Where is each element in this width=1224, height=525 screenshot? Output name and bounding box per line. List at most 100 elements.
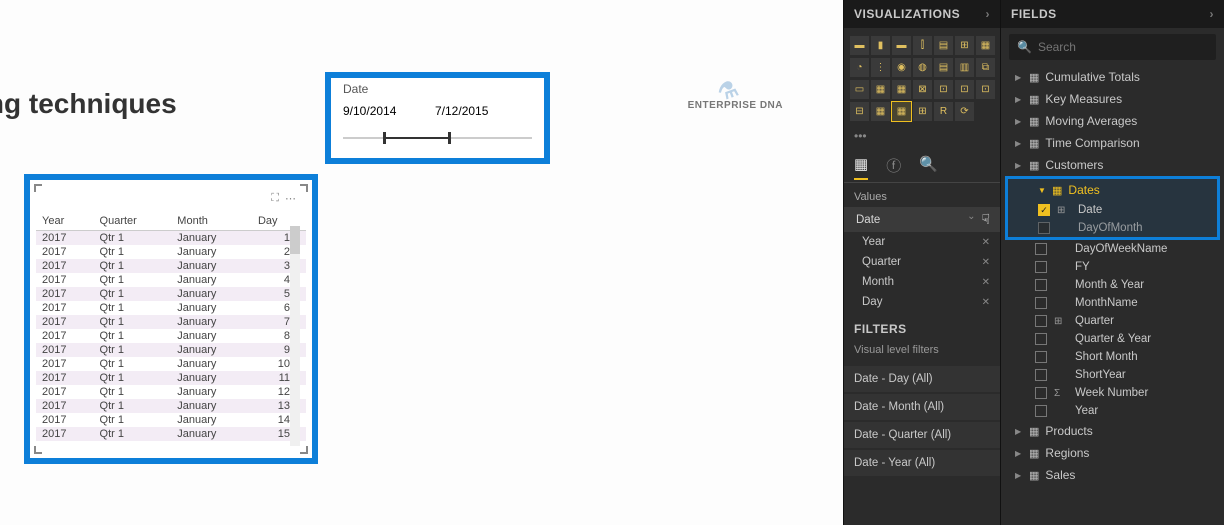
field-table-products[interactable]: ▶▦Products — [1001, 420, 1224, 442]
viz-type-icon[interactable]: ▤ — [934, 36, 953, 55]
table-row[interactable]: 2017Qtr 1January4 — [36, 273, 306, 287]
viz-type-icon[interactable]: ⊡ — [955, 80, 974, 99]
more-options-icon[interactable]: ⋯ — [285, 192, 296, 205]
field-table-regions[interactable]: ▶▦Regions — [1001, 442, 1224, 464]
focus-mode-icon[interactable]: ⛶ — [271, 192, 279, 205]
viz-type-icon[interactable]: ▤ — [934, 58, 953, 77]
column-header[interactable]: Quarter — [94, 212, 172, 231]
column-header[interactable]: Year — [36, 212, 94, 231]
field-table-customers[interactable]: ▶▦Customers — [1001, 154, 1224, 176]
field-column[interactable]: Short Month — [1001, 348, 1224, 366]
field-column[interactable]: Quarter & Year — [1001, 330, 1224, 348]
viz-type-icon[interactable]: ⟳ — [955, 102, 974, 121]
viz-type-icon[interactable]: ◍ — [913, 58, 932, 77]
viz-type-icon[interactable]: ▦ — [871, 102, 890, 121]
field-column[interactable]: ShortYear — [1001, 366, 1224, 384]
table-scrollbar[interactable] — [290, 226, 300, 446]
table-row[interactable]: 2017Qtr 1January7 — [36, 315, 306, 329]
slider-handle-start[interactable] — [383, 132, 386, 144]
field-table-moving-averages[interactable]: ▶▦Moving Averages — [1001, 110, 1224, 132]
viz-type-icon[interactable]: ⊡ — [934, 80, 953, 99]
fields-header[interactable]: FIELDS› — [1001, 0, 1224, 28]
viz-type-icon[interactable]: ⊠ — [913, 80, 932, 99]
checkbox[interactable] — [1035, 315, 1047, 327]
table-row[interactable]: 2017Qtr 1January12 — [36, 385, 306, 399]
field-column[interactable]: MonthName — [1001, 294, 1224, 312]
viz-type-icon[interactable]: ◔ — [850, 58, 869, 77]
viz-type-icon[interactable]: ⋮ — [871, 58, 890, 77]
checkbox[interactable] — [1035, 297, 1047, 309]
fields-tab-icon[interactable]: ▦ — [854, 155, 868, 180]
viz-type-icon[interactable]: ⊟ — [850, 102, 869, 121]
field-column[interactable]: ✓⊞Date — [1008, 201, 1217, 219]
viz-type-icon[interactable]: ▦ — [892, 80, 911, 99]
viz-type-icon[interactable]: ⫿ — [913, 36, 932, 55]
checkbox[interactable] — [1035, 351, 1047, 363]
fields-search[interactable]: 🔍 — [1009, 34, 1216, 60]
more-visuals-icon[interactable]: ••• — [844, 129, 1000, 151]
field-table-dates[interactable]: ▼▦Dates — [1008, 179, 1217, 201]
viz-type-icon[interactable]: ▭ — [850, 80, 869, 99]
filter-item[interactable]: Date - Month (All) — [844, 394, 1000, 420]
checkbox[interactable] — [1035, 243, 1047, 255]
viz-type-icon[interactable]: ▥ — [955, 58, 974, 77]
table-row[interactable]: 2017Qtr 1January9 — [36, 343, 306, 357]
date-slicer-visual[interactable]: Date — [325, 72, 550, 164]
checkbox[interactable]: ✓ — [1038, 204, 1050, 216]
filter-item[interactable]: Date - Day (All) — [844, 366, 1000, 392]
date-start-input[interactable] — [343, 104, 423, 118]
table-row[interactable]: 2017Qtr 1January6 — [36, 301, 306, 315]
viz-type-icon[interactable]: ▦ — [871, 80, 890, 99]
filter-item[interactable]: Date - Year (All) — [844, 450, 1000, 476]
format-tab-icon[interactable]: ⓕ — [886, 155, 901, 180]
table-row[interactable]: 2017Qtr 1January5 — [36, 287, 306, 301]
values-group-date[interactable]: Date ⌄☟ — [844, 207, 1000, 232]
table-row[interactable]: 2017Qtr 1January2 — [36, 245, 306, 259]
table-row[interactable]: 2017Qtr 1January13 — [36, 399, 306, 413]
table-row[interactable]: 2017Qtr 1January8 — [36, 329, 306, 343]
table-row[interactable]: 2017Qtr 1January1 — [36, 231, 306, 246]
table-row[interactable]: 2017Qtr 1January11 — [36, 371, 306, 385]
field-column[interactable]: DayOfMonth — [1008, 219, 1217, 237]
viz-type-icon[interactable]: ▬ — [892, 36, 911, 55]
field-table-key-measures[interactable]: ▶▦Key Measures — [1001, 88, 1224, 110]
checkbox[interactable] — [1035, 405, 1047, 417]
viz-type-icon[interactable]: ⊞ — [955, 36, 974, 55]
field-table-cumulative-totals[interactable]: ▶▦Cumulative Totals — [1001, 66, 1224, 88]
viz-type-icon[interactable]: R — [934, 102, 953, 121]
field-column[interactable]: ⊞Quarter — [1001, 312, 1224, 330]
checkbox[interactable] — [1035, 387, 1047, 399]
field-column[interactable]: Month & Year — [1001, 276, 1224, 294]
checkbox[interactable] — [1035, 261, 1047, 273]
viz-type-icon[interactable]: ⊡ — [976, 80, 995, 99]
field-column[interactable]: DayOfWeekName — [1001, 240, 1224, 258]
table-visual[interactable]: ⛶ ⋯ YearQuarterMonthDay 2017Qtr 1January… — [24, 174, 318, 464]
date-end-input[interactable] — [435, 104, 515, 118]
table-row[interactable]: 2017Qtr 1January3 — [36, 259, 306, 273]
checkbox[interactable] — [1035, 369, 1047, 381]
field-table-time-comparison[interactable]: ▶▦Time Comparison — [1001, 132, 1224, 154]
table-row[interactable]: 2017Qtr 1January10 — [36, 357, 306, 371]
values-field-item[interactable]: Month✕ — [844, 272, 1000, 292]
viz-type-icon[interactable]: ⊞ — [913, 102, 932, 121]
viz-type-icon[interactable]: ⧉ — [976, 58, 995, 77]
values-field-item[interactable]: Day✕ — [844, 292, 1000, 312]
viz-type-icon[interactable]: ▦ — [892, 102, 911, 121]
analytics-tab-icon[interactable]: 🔍 — [919, 155, 938, 180]
date-slider[interactable] — [343, 130, 532, 146]
slider-handle-end[interactable] — [448, 132, 451, 144]
report-canvas[interactable]: hing techniques Date ⚗ ENTERPRISE DNA ⛶ … — [0, 0, 843, 525]
visualizations-header[interactable]: VISUALIZATIONS› — [844, 0, 1000, 28]
viz-type-icon[interactable]: ◉ — [892, 58, 911, 77]
checkbox[interactable] — [1038, 222, 1050, 234]
field-column[interactable]: FY — [1001, 258, 1224, 276]
checkbox[interactable] — [1035, 333, 1047, 345]
values-field-item[interactable]: Quarter✕ — [844, 252, 1000, 272]
table-row[interactable]: 2017Qtr 1January14 — [36, 413, 306, 427]
search-input[interactable] — [1038, 40, 1208, 54]
checkbox[interactable] — [1035, 279, 1047, 291]
values-field-item[interactable]: Year✕ — [844, 232, 1000, 252]
table-row[interactable]: 2017Qtr 1January15 — [36, 427, 306, 441]
column-header[interactable]: Month — [171, 212, 252, 231]
viz-type-icon[interactable]: ▮ — [871, 36, 890, 55]
